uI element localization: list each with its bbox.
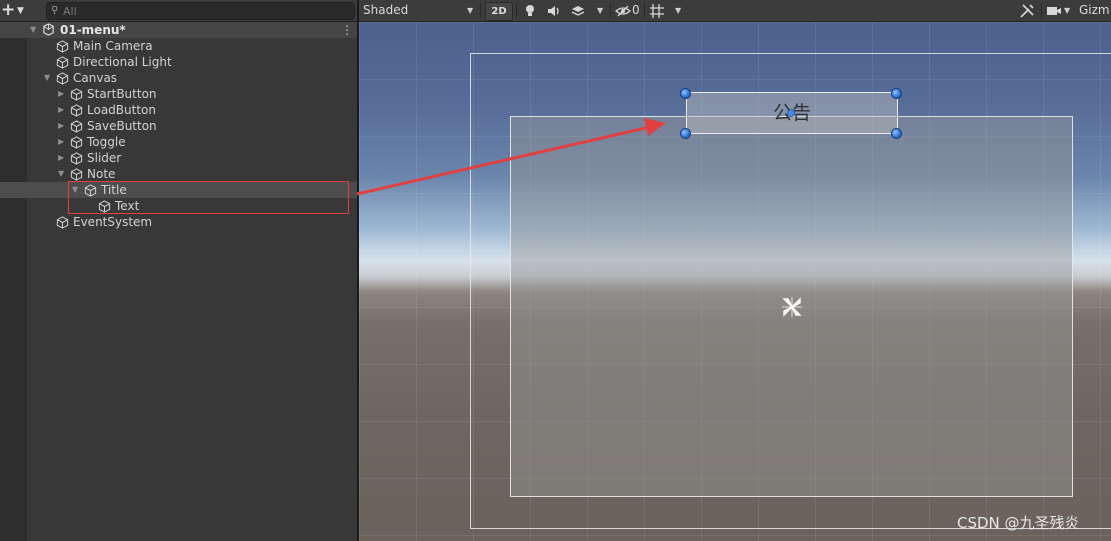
hierarchy-item-label: SaveButton bbox=[87, 119, 157, 133]
toolbar-separator bbox=[644, 3, 645, 18]
scene-header[interactable]: ▼ 01-menu* bbox=[0, 22, 340, 38]
gameobject-cube-icon bbox=[70, 168, 83, 181]
hierarchy-item-label: LoadButton bbox=[87, 103, 156, 117]
hierarchy-item-slider[interactable]: ▶ Slider bbox=[0, 150, 357, 166]
audio-icon[interactable] bbox=[546, 3, 562, 19]
grid-dropdown-icon[interactable]: ▼ bbox=[675, 0, 681, 21]
gameobject-cube-icon bbox=[70, 136, 83, 149]
search-input[interactable] bbox=[63, 3, 343, 19]
gameobject-cube-icon bbox=[70, 152, 83, 165]
gizmos-dropdown[interactable]: Gizm bbox=[1079, 0, 1110, 21]
collapse-arrow-icon[interactable]: ▶ bbox=[58, 102, 64, 118]
hierarchy-item-label: Canvas bbox=[73, 71, 118, 85]
gameobject-cube-icon bbox=[56, 72, 69, 85]
kebab-menu-icon[interactable]: ⋮ bbox=[340, 22, 354, 38]
pivot-handle[interactable] bbox=[787, 109, 795, 117]
hierarchy-item-main-camera[interactable]: Main Camera bbox=[0, 38, 357, 54]
scene-name: 01-menu* bbox=[60, 23, 126, 37]
rect-handle-top-left[interactable] bbox=[680, 88, 691, 99]
camera-dropdown-icon[interactable]: ▼ bbox=[1064, 0, 1070, 21]
toolbar-separator bbox=[610, 3, 611, 18]
collapse-arrow-icon[interactable]: ▶ bbox=[58, 134, 64, 150]
expand-arrow-icon[interactable]: ▼ bbox=[58, 166, 64, 182]
toolbar-separator bbox=[480, 3, 481, 18]
collapse-arrow-icon[interactable]: ▶ bbox=[58, 118, 64, 134]
effects-icon[interactable] bbox=[570, 3, 586, 19]
hierarchy-item-loadbutton[interactable]: ▶ LoadButton bbox=[0, 102, 357, 118]
hierarchy-item-label: EventSystem bbox=[73, 215, 153, 229]
unity-scene-icon bbox=[43, 23, 54, 36]
rect-handle-bottom-right[interactable] bbox=[891, 128, 902, 139]
effects-dropdown-icon[interactable]: ▼ bbox=[597, 0, 603, 21]
scene-viewport[interactable]: 公告 bbox=[359, 22, 1111, 541]
gameobject-cube-icon bbox=[56, 56, 69, 69]
grid-icon[interactable] bbox=[649, 3, 665, 19]
expand-arrow-icon[interactable]: ▼ bbox=[44, 70, 50, 86]
rect-handle-bottom-left[interactable] bbox=[680, 128, 691, 139]
lightbulb-icon[interactable] bbox=[522, 3, 538, 19]
hierarchy-item-directional-light[interactable]: Directional Light bbox=[0, 54, 357, 70]
annotation-highlight-box bbox=[68, 181, 349, 214]
hierarchy-item-startbutton[interactable]: ▶ StartButton bbox=[0, 86, 357, 102]
shading-mode-dropdown[interactable]: Shaded ▼ bbox=[363, 0, 475, 21]
hierarchy-item-canvas[interactable]: ▼ Canvas bbox=[0, 70, 357, 86]
gameobject-cube-icon bbox=[70, 120, 83, 133]
hierarchy-item-label: Slider bbox=[87, 151, 122, 165]
plus-icon: + bbox=[1, 0, 16, 20]
gameobject-cube-icon bbox=[56, 40, 69, 53]
scene-toolbar: Shaded ▼ 2D ▼ 0 ▼ ▼ Gizm bbox=[359, 0, 1111, 22]
hierarchy-panel: + ▼ ⚲ ▼ 01-menu* ⋮ Main Camera bbox=[0, 0, 357, 541]
watermark: CSDN @九圣残炎 bbox=[957, 514, 1080, 532]
hidden-count: 0 bbox=[632, 3, 640, 17]
hierarchy-item-eventsystem[interactable]: EventSystem bbox=[0, 214, 357, 230]
anchor-gizmo-icon[interactable] bbox=[779, 294, 805, 320]
hierarchy-item-toggle[interactable]: ▶ Toggle bbox=[0, 134, 357, 150]
collapse-arrow-icon[interactable]: ▶ bbox=[58, 150, 64, 166]
search-icon: ⚲ bbox=[51, 5, 59, 16]
mode-2d-button[interactable]: 2D bbox=[485, 2, 513, 21]
toolbar-separator bbox=[1041, 3, 1042, 18]
hierarchy-item-label: Toggle bbox=[87, 135, 126, 149]
chevron-down-icon: ▼ bbox=[467, 6, 474, 15]
visibility-icon[interactable] bbox=[615, 3, 631, 19]
hierarchy-item-note[interactable]: ▼ Note bbox=[0, 166, 357, 182]
hierarchy-item-label: Directional Light bbox=[73, 55, 172, 69]
hierarchy-item-label: Main Camera bbox=[73, 39, 153, 53]
collapse-arrow-icon[interactable]: ▶ bbox=[58, 86, 64, 102]
create-button[interactable]: + ▼ bbox=[0, 1, 30, 20]
hierarchy-search[interactable]: ⚲ bbox=[46, 2, 355, 20]
tools-icon[interactable] bbox=[1019, 3, 1035, 19]
gameobject-cube-icon bbox=[56, 216, 69, 229]
gameobject-cube-icon bbox=[70, 88, 83, 101]
chevron-down-icon: ▼ bbox=[17, 6, 24, 16]
gameobject-cube-icon bbox=[70, 104, 83, 117]
hierarchy-item-label: StartButton bbox=[87, 87, 157, 101]
expand-arrow-icon[interactable]: ▼ bbox=[30, 22, 36, 38]
hierarchy-toolbar: + ▼ ⚲ bbox=[0, 0, 357, 22]
camera-icon[interactable] bbox=[1046, 3, 1062, 19]
shading-mode-label: Shaded bbox=[363, 3, 409, 17]
rect-handle-top-right[interactable] bbox=[891, 88, 902, 99]
hierarchy-item-savebutton[interactable]: ▶ SaveButton bbox=[0, 118, 357, 134]
toolbar-separator bbox=[516, 3, 517, 18]
hierarchy-item-label: Note bbox=[87, 167, 116, 181]
